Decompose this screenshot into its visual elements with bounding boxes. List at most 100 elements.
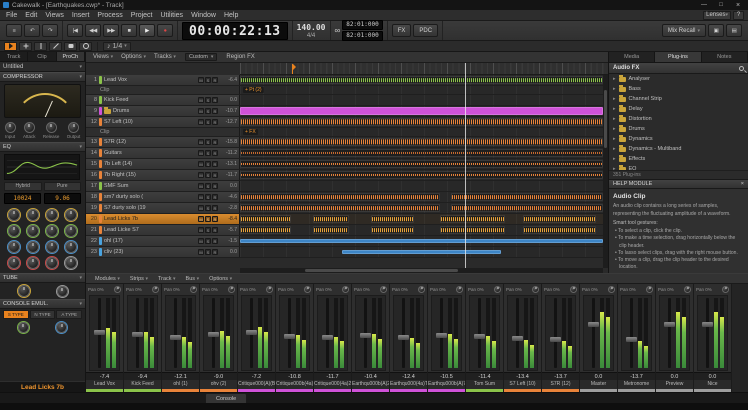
- pan-knob[interactable]: [266, 286, 273, 293]
- inspector-tab-track[interactable]: Track: [0, 52, 28, 61]
- track-row[interactable]: 15 7b Left (14) MSR -13.1: [86, 159, 603, 170]
- volume-fader[interactable]: [592, 298, 595, 368]
- pan-knob[interactable]: [342, 286, 349, 293]
- audio-clip[interactable]: [523, 215, 596, 223]
- audio-clip[interactable]: [240, 239, 603, 243]
- compressor-module-header[interactable]: COMPRESSOR ▾: [0, 72, 85, 82]
- track-row[interactable]: 16 7b Right (15) MSR -11.7: [86, 170, 603, 181]
- pan-knob[interactable]: [152, 286, 159, 293]
- mixer-strip[interactable]: Pan 0% -13.7 S7R (12): [542, 284, 580, 392]
- pan-knob[interactable]: [418, 286, 425, 293]
- play-icon[interactable]: ▶: [139, 24, 155, 37]
- output-knob[interactable]: [68, 122, 79, 133]
- minimize-button[interactable]: —: [697, 1, 711, 10]
- expand-arrow-icon[interactable]: ▸: [613, 146, 616, 152]
- console-type-button[interactable]: N TYPE: [30, 310, 56, 319]
- stop-icon[interactable]: ■: [121, 24, 137, 37]
- eq-band-knob[interactable]: [65, 225, 77, 237]
- s-button[interactable]: S: [205, 119, 211, 125]
- attack-knob[interactable]: [24, 122, 35, 133]
- pan-knob[interactable]: [304, 286, 311, 293]
- browser-tab-plug-ins[interactable]: Plug-ins: [655, 52, 701, 62]
- r-button[interactable]: R: [212, 108, 218, 114]
- s-button[interactable]: S: [205, 161, 211, 167]
- expand-arrow-icon[interactable]: ▸: [613, 116, 616, 122]
- volume-fader[interactable]: [630, 298, 633, 368]
- audio-clip[interactable]: [240, 215, 291, 223]
- workspace-dropdown[interactable]: Lenses ▾: [703, 11, 731, 20]
- volume-fader[interactable]: [706, 298, 709, 368]
- expand-arrow-icon[interactable]: ▸: [613, 86, 616, 92]
- mixer-strip[interactable]: Pan 0% -11.4 Tom Sum: [466, 284, 504, 392]
- s-button[interactable]: S: [205, 77, 211, 83]
- zoom-tool-icon[interactable]: [79, 42, 92, 51]
- track-row[interactable]: 17 SMF Sum MSR 0.0: [86, 181, 603, 192]
- plugin-category-item[interactable]: ▸ Delay: [609, 104, 748, 114]
- audio-clip[interactable]: [240, 193, 440, 201]
- s-button[interactable]: S: [205, 97, 211, 103]
- r-button[interactable]: R: [212, 205, 218, 211]
- eq-band-knob[interactable]: [27, 257, 39, 269]
- s-button[interactable]: S: [205, 150, 211, 156]
- loop-icon[interactable]: ∞: [335, 26, 341, 35]
- r-button[interactable]: R: [212, 183, 218, 189]
- r-button[interactable]: R: [212, 161, 218, 167]
- browser-tab-notes[interactable]: Notes: [702, 52, 748, 62]
- eq-band-knob[interactable]: [65, 209, 77, 221]
- audio-clip[interactable]: [240, 160, 603, 168]
- volume-fader[interactable]: [174, 298, 177, 368]
- track-row[interactable]: 14 Guitars MSR -11.2: [86, 148, 603, 159]
- edit-tool-icon[interactable]: [34, 42, 47, 51]
- audio-clip[interactable]: [240, 171, 603, 179]
- volume-fader[interactable]: [478, 298, 481, 368]
- expand-arrow-icon[interactable]: ▸: [613, 106, 616, 112]
- console-emulator-header[interactable]: CONSOLE EMUL. ▾: [0, 299, 85, 309]
- s-button[interactable]: S: [205, 139, 211, 145]
- trackview-menu-options[interactable]: Options ▾: [117, 52, 150, 63]
- eq-band-knob[interactable]: [46, 225, 58, 237]
- lane-fx-chip[interactable]: + Pt (2): [243, 87, 264, 93]
- snap-module[interactable]: ♪ 1/4 ▾: [103, 42, 131, 51]
- volume-fader[interactable]: [516, 298, 519, 368]
- take-lane-row[interactable]: Clip + Pt (2): [86, 86, 603, 95]
- mix-recall-button[interactable]: Mix Recall ▾: [662, 24, 706, 37]
- mixer-strip[interactable]: Pan 0% -11.7 Critique000(4a)2: [314, 284, 352, 392]
- r-button[interactable]: R: [212, 216, 218, 222]
- audio-clip[interactable]: [371, 215, 415, 223]
- eq-band-knob[interactable]: [27, 225, 39, 237]
- m-button[interactable]: M: [198, 161, 204, 167]
- volume-fader[interactable]: [326, 298, 329, 368]
- volume-fader[interactable]: [212, 298, 215, 368]
- volume-fader[interactable]: [668, 298, 671, 368]
- m-button[interactable]: M: [198, 119, 204, 125]
- audio-clip[interactable]: [440, 226, 505, 234]
- expand-arrow-icon[interactable]: ▸: [613, 126, 616, 132]
- rewind-icon[interactable]: ◀◀: [85, 24, 101, 37]
- m-button[interactable]: M: [198, 108, 204, 114]
- pan-knob[interactable]: [722, 286, 729, 293]
- layout-icon[interactable]: ▤: [726, 24, 742, 37]
- pan-knob[interactable]: [190, 286, 197, 293]
- pdc-button[interactable]: PDC: [413, 24, 438, 37]
- tempo-display[interactable]: 140.00: [297, 23, 326, 32]
- mixer-strip[interactable]: Pan 0% -13.7 Metronome: [618, 284, 656, 392]
- mixer-strip[interactable]: Pan 0% -9.0 ohv (2): [200, 284, 238, 392]
- volume-fader[interactable]: [440, 298, 443, 368]
- eq-band-knob[interactable]: [27, 241, 39, 253]
- input-knob[interactable]: [5, 122, 16, 133]
- eq-curve[interactable]: [4, 154, 80, 180]
- inspector-tab-proch[interactable]: ProCh: [57, 52, 85, 61]
- eq-band-knob[interactable]: [8, 225, 20, 237]
- r-button[interactable]: R: [212, 194, 218, 200]
- prochannel-preset[interactable]: Untitled ▾: [0, 62, 85, 72]
- expand-arrow-icon[interactable]: ▸: [613, 156, 616, 162]
- plugin-category-item[interactable]: ▸ Effects: [609, 154, 748, 164]
- playhead[interactable]: [465, 63, 466, 268]
- plugin-category-item[interactable]: ▸ Channel Strip: [609, 94, 748, 104]
- console-type-button[interactable]: A TYPE: [56, 310, 82, 319]
- lane-fx-chip[interactable]: + FX: [243, 129, 258, 135]
- menu-window[interactable]: Window: [187, 10, 220, 21]
- eq-band-knob[interactable]: [8, 209, 20, 221]
- clips-lane[interactable]: [240, 95, 603, 105]
- clips-lane[interactable]: [240, 236, 603, 246]
